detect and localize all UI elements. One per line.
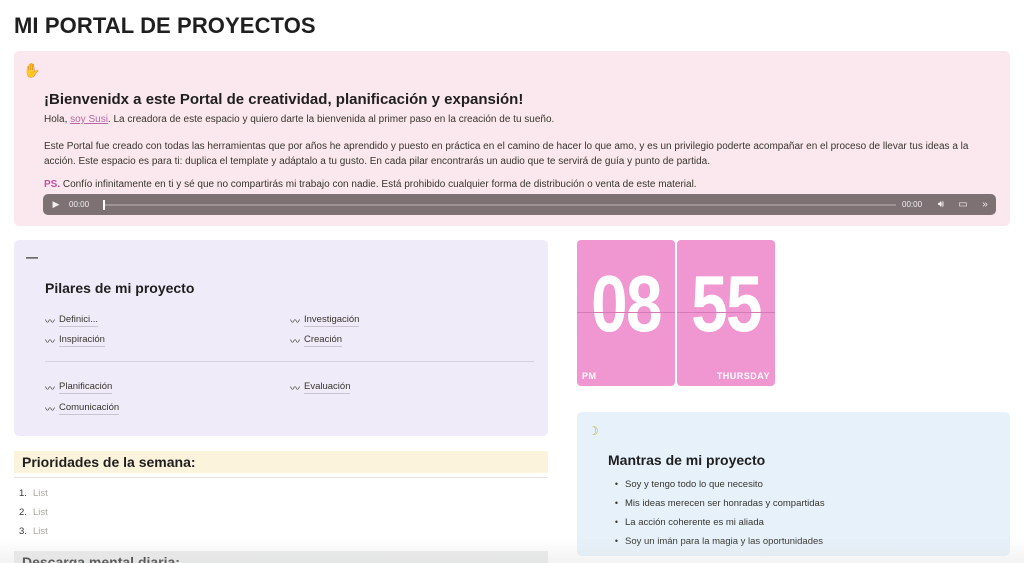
pilar-label: Inspiración [59, 334, 105, 347]
list-placeholder: List [33, 526, 48, 537]
volume-icon[interactable]: 🔊︎ [930, 199, 952, 210]
clock-hours: 08 [591, 259, 662, 348]
audio-player: ▶ 00:00 00:00 🔊︎ ▭ » [43, 194, 996, 215]
prioridades-heading-block: Prioridades de la semana: [14, 451, 548, 473]
prioridades-divider [14, 477, 548, 478]
more-options-icon[interactable]: » [974, 199, 996, 210]
pilares-heading: Pilares de mi proyecto [45, 280, 195, 296]
pilar-label: Comunicación [59, 402, 120, 415]
mantras-heading: Mantras de mi proyecto [608, 452, 766, 468]
welcome-heading: ¡Bienvenidx a este Portal de creatividad… [44, 91, 524, 108]
mantra-text: Soy y tengo todo lo que necesito [625, 479, 763, 490]
mantras-callout: ☽ Mantras de mi proyecto • Soy y tengo to… [577, 412, 1010, 556]
audio-current-time: 00:00 [69, 200, 90, 209]
list-placeholder: List [33, 488, 48, 499]
list-item: • La acción coherente es mi aliada [608, 513, 825, 532]
list-number: 3. [19, 526, 27, 537]
audio-progress-track[interactable] [103, 199, 896, 210]
pilar-link-definicion[interactable]: 〰 Definici... [45, 313, 99, 328]
pilar-label: Creación [304, 334, 343, 347]
page-link-icon: 〰 [45, 384, 55, 395]
pilar-link-comunicacion[interactable]: 〰 Comunicación [45, 401, 120, 416]
audio-progress-thumb[interactable] [103, 199, 105, 210]
pilar-label: Evaluación [304, 381, 351, 394]
play-icon[interactable]: ▶ [43, 199, 69, 210]
page-link-icon: 〰 [290, 384, 300, 395]
page-title: MI PORTAL DE PROYECTOS [14, 13, 316, 38]
pilar-label: Investigación [304, 314, 360, 327]
list-item: • Mis ideas merecen ser honradas y compar… [608, 494, 825, 513]
page-link-icon: 〰 [45, 337, 55, 348]
pilar-label: Planificación [59, 381, 113, 394]
intro-text-start: Hola, [44, 114, 71, 125]
mantra-text: Mis ideas merecen ser honradas y compart… [625, 498, 825, 509]
crescent-moon-icon: ☽ [588, 424, 599, 438]
clock-hours-card: 08 PM [577, 240, 675, 386]
pilar-link-creacion[interactable]: 〰 Creación [290, 333, 343, 348]
pilar-link-inspiracion[interactable]: 〰 Inspiración [45, 333, 105, 348]
prioridades-heading: Prioridades de la semana: [22, 454, 196, 470]
ps-label: PS. [44, 179, 61, 190]
list-item: • Soy y tengo todo lo que necesito [608, 475, 825, 494]
prioridades-list: 1. List 2. List 3. List [19, 484, 48, 541]
pilar-link-planificacion[interactable]: 〰 Planificación [45, 380, 113, 395]
dash-icon: — [26, 250, 38, 264]
pilares-divider [45, 361, 534, 362]
pilar-link-investigacion[interactable]: 〰 Investigación [290, 313, 360, 328]
descarga-heading-block: Descarga mental diaria: [14, 551, 548, 563]
raised-hand-icon: ✋ [23, 62, 41, 78]
clock-minutes: 55 [691, 259, 762, 348]
clock-day: THURSDAY [716, 371, 770, 381]
welcome-intro: Hola, soy Susi. La creadora de este espa… [44, 114, 554, 125]
page-link-icon: 〰 [45, 317, 55, 328]
mantra-text: La acción coherente es mi aliada [625, 517, 764, 528]
list-item[interactable]: 1. List [19, 484, 48, 503]
list-number: 2. [19, 507, 27, 518]
ps-text: Confío infinitamente en ti y sé que no c… [60, 179, 697, 190]
mantras-list: • Soy y tengo todo lo que necesito • Mis i… [608, 475, 825, 551]
pilar-link-evaluacion[interactable]: 〰 Evaluación [290, 380, 351, 395]
bullet-icon: • [614, 479, 619, 489]
soy-susi-link[interactable]: soy Susi [70, 114, 108, 125]
bullet-icon: • [614, 517, 619, 527]
audio-duration: 00:00 [902, 200, 923, 209]
welcome-description: Este Portal fue creado con todas las her… [44, 141, 969, 167]
clock-period: PM [582, 371, 597, 381]
intro-text-end: . La creadora de este espacio y quiero d… [107, 114, 555, 125]
mantra-text: Soy un imán para la magia y las oportuni… [625, 536, 824, 547]
page-link-icon: 〰 [290, 337, 300, 348]
welcome-ps: PS. Confío infinitamente en ti y sé que … [44, 179, 697, 190]
bullet-icon: • [614, 498, 619, 508]
welcome-callout: ✋ ¡Bienvenidx a este Portal de creativid… [14, 51, 1010, 226]
clock-seam [577, 312, 675, 313]
list-item: • Soy un imán para la magia y las oportun… [608, 532, 825, 551]
clock-minutes-card: 55 THURSDAY [677, 240, 775, 386]
page-link-icon: 〰 [45, 405, 55, 416]
airplay-icon[interactable]: ▭ [952, 199, 974, 210]
pilar-label: Definici... [59, 314, 99, 327]
bullet-icon: • [614, 536, 619, 546]
clock-seam [677, 312, 775, 313]
list-item[interactable]: 3. List [19, 522, 48, 541]
list-placeholder: List [33, 507, 48, 518]
list-item[interactable]: 2. List [19, 503, 48, 522]
page-link-icon: 〰 [290, 317, 300, 328]
descarga-heading: Descarga mental diaria: [22, 554, 180, 563]
list-number: 1. [19, 488, 27, 499]
pilares-callout: — Pilares de mi proyecto 〰 Definici... 〰… [14, 240, 548, 436]
